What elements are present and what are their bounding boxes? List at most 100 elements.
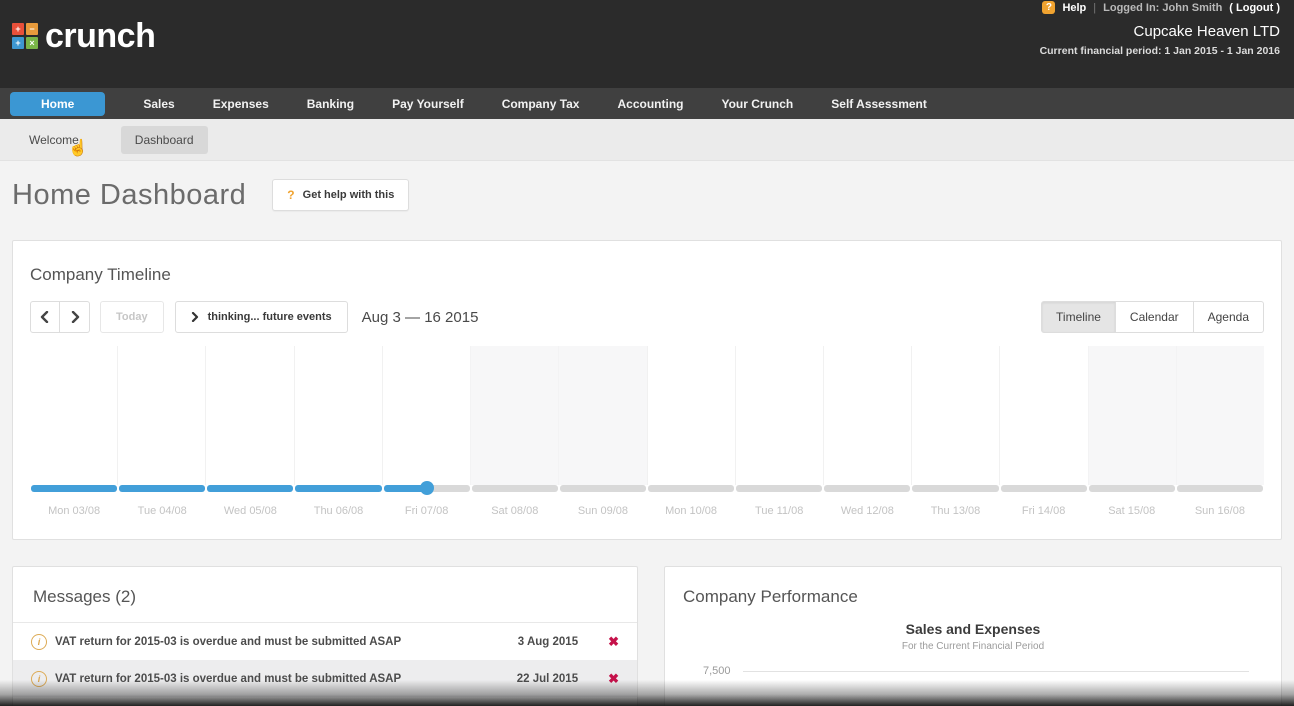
day-label-sat-15-08: Sat 15/08 [1088,505,1176,517]
bottom-row: Messages (2) i VAT return for 2015-03 is … [12,566,1282,706]
nav-item-company-tax[interactable]: Company Tax [502,97,580,111]
message-row: i VAT return for 2015-03 is overdue and m… [13,623,637,660]
main-content: Home Dashboard ? Get help with this Comp… [0,160,1294,706]
message-row: iVAT return for 2015-03 is overdue and m… [13,660,637,697]
next-button[interactable] [60,301,90,333]
timeline-column-fri-14-08 [999,346,1087,485]
get-help-button[interactable]: ? Get help with this [272,179,409,211]
timeline-segment-mon-10-08 [647,485,735,492]
nav-item-self-assessment[interactable]: Self Assessment [831,97,927,111]
company-timeline-card: Company Timeline Today thinking... futur… [12,240,1282,540]
timeline-segment-tue-04-08 [118,485,206,492]
nav-item-expenses[interactable]: Expenses [213,97,269,111]
main-nav: Home Sales Expenses Banking Pay Yourself Comp… [0,88,1294,119]
nav-item-accounting[interactable]: Accounting [617,97,683,111]
timeline-view-switcher: TimelineCalendarAgenda [1041,301,1264,333]
timeline-segment-wed-12-08 [823,485,911,492]
today-button[interactable]: Today [100,301,164,333]
timeline-column-tue-11-08 [735,346,823,485]
logged-in-text: Logged In: John Smith [1103,2,1222,14]
messages-title: Messages (2) [13,587,637,607]
chevron-right-icon [70,311,80,323]
day-label-sat-08-08: Sat 08/08 [471,505,559,517]
financial-period: Current financial period: 1 Jan 2015 - 1… [1040,45,1280,57]
timeline-controls: Today thinking... future events Aug 3 — … [30,301,1264,333]
timeline-segment-mon-03-08 [30,485,118,492]
timeline-segment-thu-13-08 [911,485,999,492]
nav-item-banking[interactable]: Banking [307,97,354,111]
view-tab-timeline[interactable]: Timeline [1041,301,1116,333]
dismiss-message-button[interactable]: ✖ [608,635,619,648]
plus-tile-icon: + [12,23,24,35]
timeline-progress-bar [30,485,1264,492]
day-label-tue-11-08: Tue 11/08 [735,505,823,517]
message-text: VAT return for 2015-03 is overdue and mu… [55,636,518,648]
day-label-tue-04-08: Tue 04/08 [118,505,206,517]
timeline-column-wed-05-08 [205,346,293,485]
plus-tile-2-icon: + [12,37,24,49]
message-date: 22 Jul 2015 [517,673,578,685]
view-tab-agenda[interactable]: Agenda [1194,301,1264,333]
nav-item-pay-yourself[interactable]: Pay Yourself [392,97,464,111]
crunch-logo-text: crunch [45,19,155,53]
chart-header: Sales and Expenses For the Current Finan… [665,621,1281,652]
subnav-tab-welcome[interactable]: Welcome [15,126,93,154]
future-events-button[interactable]: thinking... future events [175,301,348,333]
page-title: Home Dashboard [12,178,246,212]
subnav-tab-dashboard[interactable]: Dashboard [121,126,208,154]
dismiss-message-button[interactable]: ✖ [608,672,619,685]
timeline-segment-tue-11-08 [735,485,823,492]
message-text: VAT return for 2015-03 is overdue and mu… [55,673,517,685]
timeline-area: Mon 03/08Tue 04/08Wed 05/08Thu 06/08Fri … [30,346,1264,517]
timeline-column-mon-10-08 [647,346,735,485]
gridline [743,671,1249,672]
chevron-left-icon [40,311,50,323]
timeline-column-sun-16-08 [1176,346,1264,485]
logout-link[interactable]: ( Logout ) [1229,2,1280,14]
timeline-column-mon-03-08 [30,346,117,485]
header-account-area: ? Help | Logged In: John Smith ( Logout … [1040,0,1280,57]
timeline-column-wed-12-08 [823,346,911,485]
help-link[interactable]: Help [1062,2,1086,14]
timeline-segment-fri-07-08 [383,485,471,492]
chart-gridline-row: 7,500 [665,665,1281,677]
company-performance-card: Company Performance Sales and Expenses F… [664,566,1282,706]
sub-nav: Welcome Dashboard [0,119,1294,161]
timeline-column-sun-09-08 [558,346,646,485]
help-icon[interactable]: ? [1042,1,1055,14]
day-label-mon-03-08: Mon 03/08 [30,505,118,517]
messages-list: i VAT return for 2015-03 is overdue and m… [13,623,637,697]
nav-item-home[interactable]: Home [10,92,105,116]
chevron-right-icon [191,312,199,322]
chart-title: Sales and Expenses [665,621,1281,637]
top-header: +−+× crunch ? Help | Logged In: John Smi… [0,0,1294,88]
crunch-logo[interactable]: +−+× crunch [12,19,155,53]
day-label-wed-05-08: Wed 05/08 [206,505,294,517]
messages-card: Messages (2) i VAT return for 2015-03 is … [12,566,638,706]
timeline-segment-thu-06-08 [294,485,382,492]
app-window: +−+× crunch ? Help | Logged In: John Smi… [0,0,1294,706]
day-label-thu-13-08: Thu 13/08 [911,505,999,517]
info-icon: i [31,634,47,650]
view-tab-calendar[interactable]: Calendar [1116,301,1194,333]
timeline-column-fri-07-08 [382,346,470,485]
question-icon: ? [287,188,294,202]
multiply-tile-icon: × [26,37,38,49]
nav-item-your-crunch[interactable]: Your Crunch [721,97,793,111]
timeline-date-range: Aug 3 — 16 2015 [362,309,479,326]
timeline-column-sat-15-08 [1088,346,1176,485]
day-label-wed-12-08: Wed 12/08 [823,505,911,517]
timeline-column-thu-13-08 [911,346,999,485]
nav-item-sales[interactable]: Sales [143,97,174,111]
timeline-nav-arrows [30,301,90,333]
timeline-grid [30,346,1264,485]
y-axis-tick: 7,500 [703,665,731,677]
day-label-fri-07-08: Fri 07/08 [383,505,471,517]
chart-subtitle: For the Current Financial Period [665,641,1281,652]
timeline-column-thu-06-08 [294,346,382,485]
timeline-segment-sun-09-08 [559,485,647,492]
timeline-segment-wed-05-08 [206,485,294,492]
timeline-column-sat-08-08 [470,346,558,485]
previous-button[interactable] [30,301,60,333]
day-label-mon-10-08: Mon 10/08 [647,505,735,517]
